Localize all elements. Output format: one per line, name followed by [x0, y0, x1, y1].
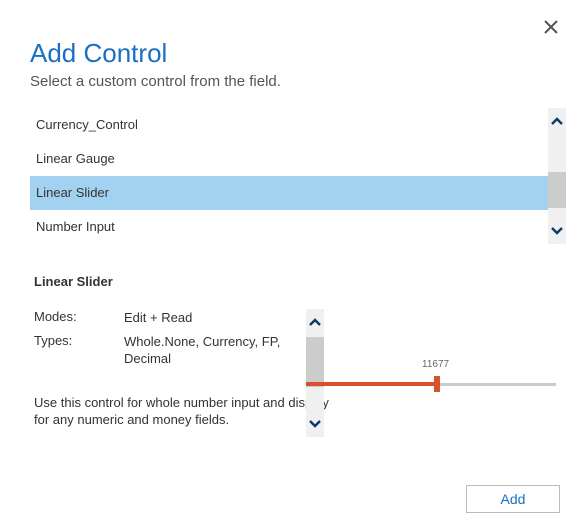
scrollbar-thumb[interactable] [548, 172, 566, 208]
types-value: Whole.None, Currency, FP, Decimal [124, 333, 284, 368]
slider-preview: 11677 [284, 309, 556, 429]
add-button[interactable]: Add [466, 485, 560, 513]
dialog-subtitle: Select a custom control from the field. [30, 73, 556, 90]
chevron-up-icon[interactable] [550, 114, 564, 128]
modes-label: Modes: [34, 309, 124, 327]
list-scrollbar[interactable] [548, 108, 566, 244]
list-item[interactable]: Linear Gauge [30, 142, 586, 176]
types-label: Types: [34, 333, 124, 368]
close-icon[interactable] [544, 20, 558, 39]
chevron-up-icon[interactable] [308, 315, 322, 329]
details-info: Modes: Edit + Read Types: Whole.None, Cu… [34, 309, 284, 429]
slider-thumb[interactable] [434, 376, 440, 392]
dialog-header: Add Control Select a custom control from… [0, 0, 586, 96]
list-item[interactable]: Currency_Control [30, 108, 586, 142]
list-item[interactable]: Linear Slider [30, 176, 566, 210]
list-item[interactable]: Number Input [30, 210, 586, 244]
slider-fill [306, 382, 438, 386]
control-list-container: Currency_Control Linear Gauge Linear Sli… [0, 108, 586, 244]
slider-value-label: 11677 [422, 359, 449, 370]
details-panel: Linear Slider Modes: Edit + Read Types: … [34, 274, 556, 429]
chevron-down-icon[interactable] [308, 417, 322, 431]
modes-value: Edit + Read [124, 309, 284, 327]
control-list: Currency_Control Linear Gauge Linear Sli… [30, 108, 586, 244]
chevron-down-icon[interactable] [550, 224, 564, 238]
details-heading: Linear Slider [34, 274, 556, 289]
dialog-title: Add Control [30, 38, 556, 69]
